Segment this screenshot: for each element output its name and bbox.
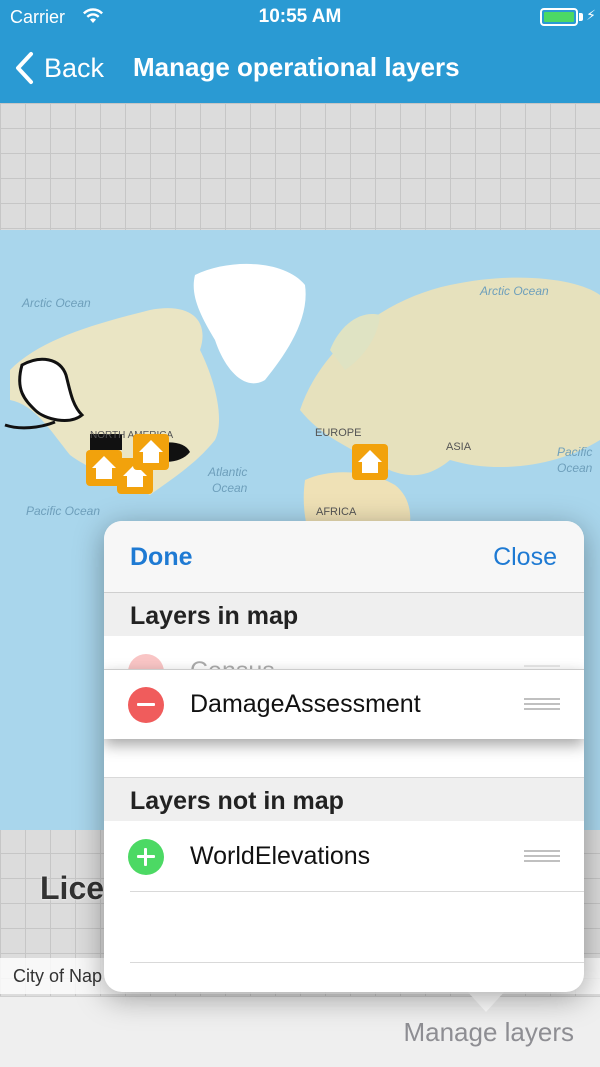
section-header-not-in-map: Layers not in map bbox=[104, 778, 584, 821]
chevron-left-icon bbox=[16, 52, 33, 84]
layers-popover: Done Close Layers in map Census DamageAs… bbox=[104, 521, 584, 992]
divider bbox=[130, 962, 584, 963]
divider bbox=[130, 891, 584, 892]
charging-icon: ⚡ bbox=[586, 7, 596, 23]
reorder-grip-icon[interactable] bbox=[524, 698, 560, 712]
close-button[interactable]: Close bbox=[493, 543, 557, 572]
label-pacific-east: Pacific bbox=[557, 445, 592, 459]
label-europe: EUROPE bbox=[315, 427, 361, 439]
add-layer-icon[interactable] bbox=[128, 839, 164, 875]
popover-header: Done Close bbox=[104, 521, 584, 593]
reorder-grip-icon[interactable] bbox=[524, 850, 560, 864]
label-atlantic: Atlantic bbox=[207, 465, 247, 479]
back-button[interactable]: Back bbox=[12, 48, 104, 88]
layer-row-damage-assessment[interactable]: DamageAssessment bbox=[104, 669, 584, 739]
damage-marker-3[interactable] bbox=[133, 434, 169, 470]
label-asia: ASIA bbox=[446, 441, 472, 453]
manage-layers-button[interactable]: Manage layers bbox=[403, 1017, 574, 1048]
label-arctic-east: Arctic Ocean bbox=[479, 284, 549, 298]
label-pacific-west: Pacific Ocean bbox=[26, 504, 100, 518]
layer-label: DamageAssessment bbox=[190, 690, 421, 718]
page-title: Manage operational layers bbox=[133, 52, 460, 82]
back-label: Back bbox=[44, 52, 105, 83]
layer-label: WorldElevations bbox=[190, 842, 371, 870]
license-watermark: Lice bbox=[40, 870, 105, 906]
damage-marker-4[interactable] bbox=[352, 444, 388, 480]
layer-row-world-elevations[interactable]: WorldElevations bbox=[104, 822, 584, 892]
done-button[interactable]: Done bbox=[130, 543, 193, 572]
popover-arrow bbox=[466, 990, 506, 1012]
attribution-text: City of Nap bbox=[13, 966, 103, 986]
label-pacific-east-2: Ocean bbox=[557, 461, 593, 475]
damage-marker-1[interactable] bbox=[86, 450, 122, 486]
navigation-bar: Carrier 10:55 AM ⚡ Back Manage operation… bbox=[0, 0, 600, 103]
battery-icon bbox=[540, 8, 578, 26]
label-atlantic-2: Ocean bbox=[212, 481, 248, 495]
label-africa: AFRICA bbox=[316, 506, 357, 518]
battery-tip bbox=[579, 13, 583, 21]
land-greenland bbox=[193, 263, 306, 384]
section-header-in-map: Layers in map bbox=[104, 593, 584, 636]
remove-layer-icon[interactable] bbox=[128, 687, 164, 723]
status-bar: Carrier 10:55 AM ⚡ bbox=[0, 0, 600, 34]
clock: 10:55 AM bbox=[258, 6, 342, 27]
label-arctic-west: Arctic Ocean bbox=[21, 296, 91, 310]
bottom-toolbar: Manage layers bbox=[0, 996, 600, 1067]
